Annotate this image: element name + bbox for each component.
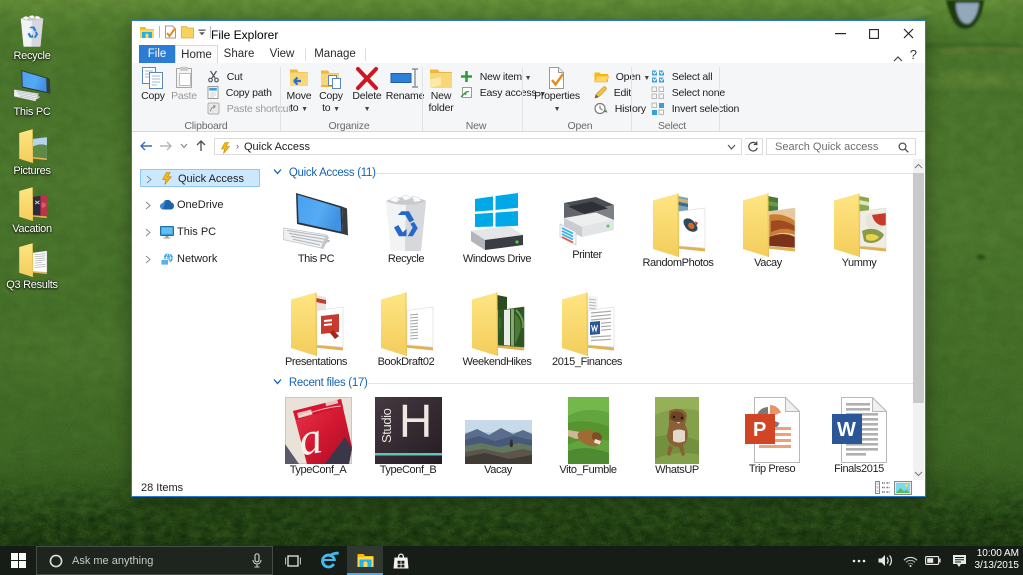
svg-text:P: P — [753, 419, 766, 441]
svg-text:W: W — [837, 419, 856, 441]
svg-text:H: H — [399, 397, 432, 447]
svg-text:Studio: Studio — [379, 408, 394, 443]
